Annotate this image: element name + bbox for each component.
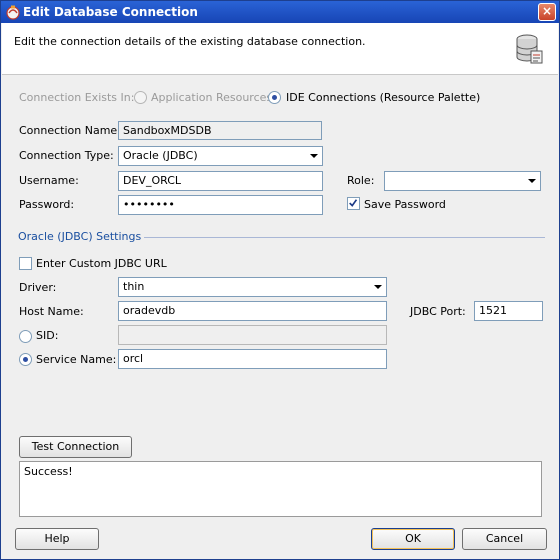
header-area: Edit the connection details of the exist… (2, 23, 558, 75)
custom-jdbc-url-checkbox[interactable] (19, 257, 32, 270)
radio-application-resources[interactable] (134, 91, 147, 104)
username-field[interactable]: DEV_ORCL (118, 171, 323, 191)
help-button[interactable]: Help (15, 528, 99, 550)
chevron-down-icon (528, 179, 536, 183)
radio-sid[interactable] (19, 330, 32, 343)
host-name-field[interactable]: oradevdb (118, 301, 387, 321)
service-name-label: Service Name: (36, 353, 117, 366)
jdbc-port-label: JDBC Port: (410, 305, 466, 318)
database-icon (516, 34, 543, 64)
chevron-down-icon (374, 285, 382, 289)
connection-name-field[interactable]: SandboxMDSDB (118, 121, 322, 140)
password-label: Password: (19, 198, 75, 211)
sid-label: SID: (36, 329, 59, 342)
role-select[interactable] (384, 171, 541, 191)
app-icon (6, 5, 20, 20)
save-password-checkbox[interactable] (347, 197, 360, 210)
driver-label: Driver: (19, 281, 57, 294)
driver-value: thin (123, 280, 145, 293)
window-title: Edit Database Connection (23, 5, 198, 19)
connection-type-select[interactable]: Oracle (JDBC) (118, 146, 323, 166)
service-name-field[interactable]: orcl (118, 349, 387, 369)
connection-type-value: Oracle (JDBC) (123, 149, 198, 162)
title-bar[interactable]: Edit Database Connection × (1, 1, 559, 23)
radio-ide-connections[interactable] (268, 91, 281, 104)
radio-service-name[interactable] (19, 353, 32, 366)
connection-type-label: Connection Type: (19, 149, 114, 162)
close-button[interactable]: × (538, 3, 556, 21)
save-password-label: Save Password (364, 198, 446, 211)
ide-connections-label: IDE Connections (Resource Palette) (286, 91, 481, 104)
driver-select[interactable]: thin (118, 277, 387, 297)
username-label: Username: (19, 174, 79, 187)
radio-selected-dot (272, 95, 277, 100)
password-field[interactable]: •••••••• (118, 195, 323, 215)
radio-selected-dot (23, 357, 28, 362)
chevron-down-icon (310, 154, 318, 158)
dialog-window: Edit Database Connection × Edit the conn… (0, 0, 560, 560)
host-name-label: Host Name: (19, 305, 84, 318)
application-resources-label: Application Resources (151, 91, 273, 104)
ok-button[interactable]: OK (371, 528, 455, 550)
connection-name-label: Connection Name: (19, 124, 121, 137)
sid-field[interactable] (118, 325, 387, 345)
oracle-settings-title: Oracle (JDBC) Settings (15, 230, 145, 243)
role-label: Role: (347, 174, 375, 187)
custom-jdbc-url-label: Enter Custom JDBC URL (36, 257, 167, 270)
jdbc-port-field[interactable]: 1521 (474, 301, 543, 321)
header-description: Edit the connection details of the exist… (14, 35, 366, 48)
test-status-area: Success! (19, 461, 542, 517)
exists-in-label: Connection Exists In: (19, 91, 135, 104)
check-icon (349, 199, 358, 207)
cancel-button[interactable]: Cancel (462, 528, 547, 550)
test-status-text: Success! (24, 465, 73, 478)
test-connection-button[interactable]: Test Connection (19, 436, 132, 458)
